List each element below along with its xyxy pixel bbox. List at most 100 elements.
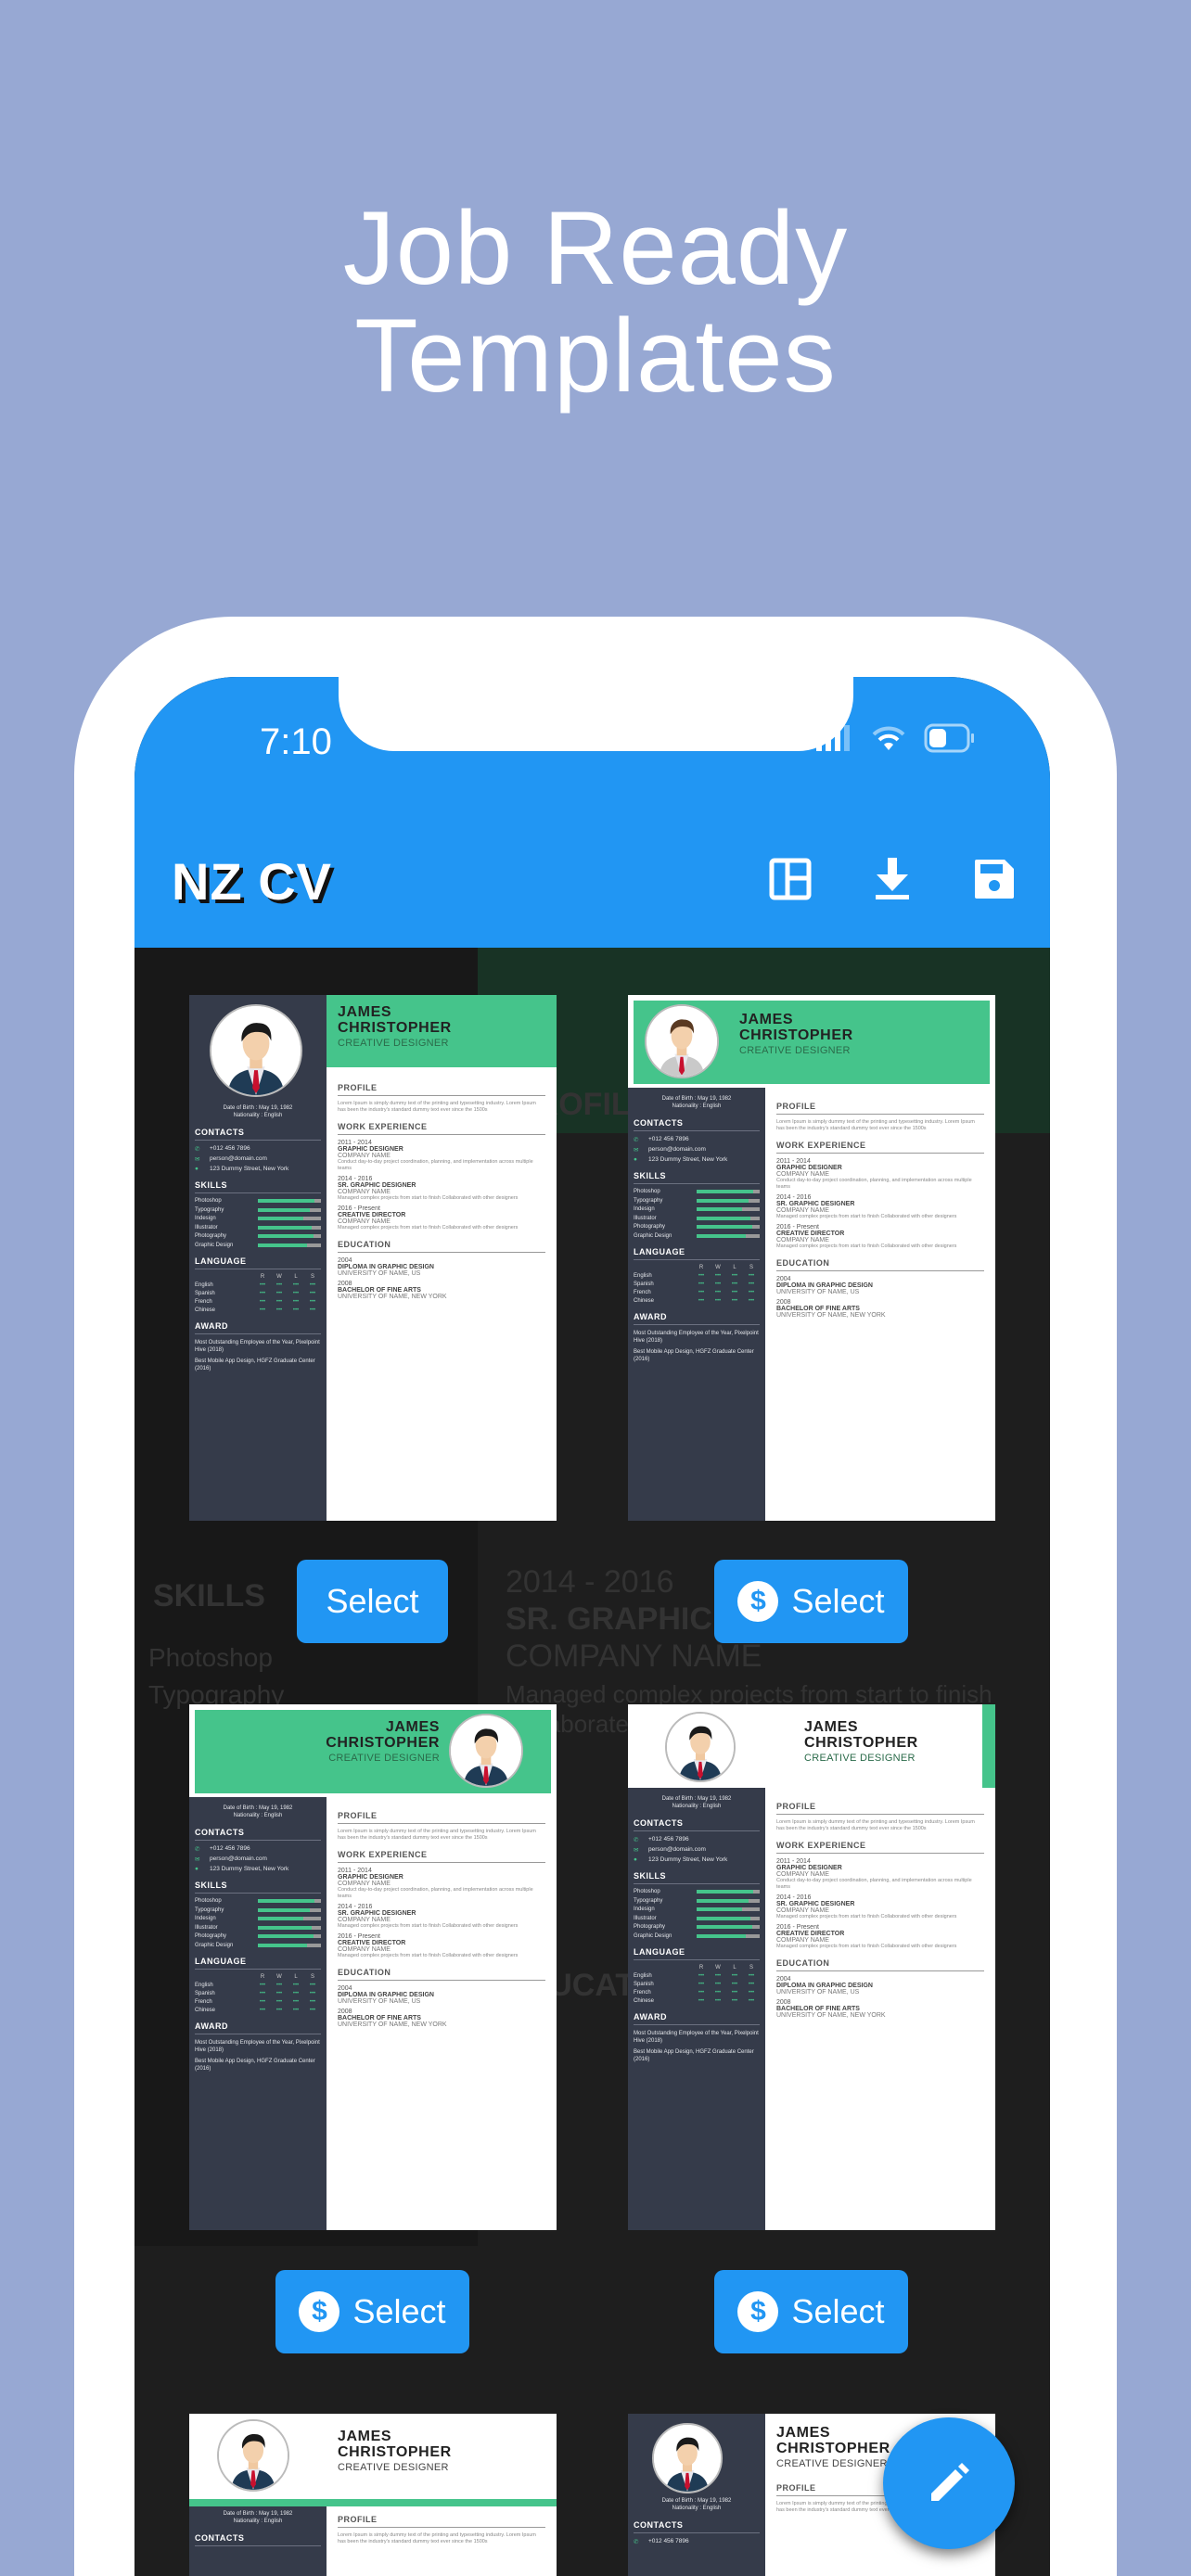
skill-name: Indesign: [634, 1906, 655, 1912]
contact-text: +012 456 7896: [648, 1136, 689, 1142]
download-button[interactable]: [864, 851, 920, 907]
resume-template-card[interactable]: Date of Birth : May 19, 1982 Nationality …: [189, 1704, 557, 2230]
language-level: •••: [292, 2007, 300, 2013]
language-row: Chinese ••• ••• ••• •••: [195, 1307, 321, 1313]
skill-name: Graphic Design: [634, 1232, 672, 1239]
avatar-illustration: [654, 2425, 721, 2492]
skill-bar: [697, 1890, 760, 1894]
section-heading: CONTACTS: [195, 2533, 321, 2546]
work-company: COMPANY NAME: [776, 1237, 829, 1243]
template-layout-button[interactable]: [762, 851, 818, 907]
award-text: Most Outstanding Employee of the Year, P…: [195, 2039, 320, 2053]
resume-template-card[interactable]: Date of Birth : May 19, 1982 Nationality …: [189, 995, 557, 1521]
last-name: CHRISTOPHER: [804, 1735, 918, 1751]
language-col: S: [310, 1973, 314, 1980]
contact-text: 123 Dummy Street, New York: [648, 1156, 728, 1163]
skill-bar-fill: [258, 1234, 314, 1238]
section-heading: AWARD: [195, 1321, 321, 1334]
work-years: 2014 - 2016: [338, 1176, 373, 1182]
skill-bar-fill: [697, 1916, 751, 1920]
language-col: S: [749, 1264, 753, 1270]
education-year: 2004: [338, 1985, 352, 1992]
profile-text: Lorem Ipsum is simply dummy text of the …: [338, 1101, 536, 1113]
language-level: •••: [292, 1290, 300, 1296]
language-level: •••: [731, 1989, 738, 1996]
section-heading: WORK EXPERIENCE: [338, 1122, 545, 1135]
language-level: •••: [259, 1290, 266, 1296]
resume-name-block: JAMES CHRISTOPHER CREATIVE DESIGNER: [198, 1719, 440, 1764]
skill-row: Graphic Design: [634, 1933, 760, 1939]
work-years: 2014 - 2016: [338, 1904, 373, 1910]
language-col: W: [276, 1273, 282, 1280]
skill-bar-fill: [258, 1207, 310, 1212]
app-bar-actions: [762, 851, 1022, 907]
resume-template-card[interactable]: Date of Birth : May 19, 1982 Nationality …: [628, 995, 995, 1521]
language-level: •••: [698, 1972, 705, 1979]
language-name: Chinese: [195, 1307, 216, 1313]
education-school: UNIVERSITY OF NAME, NEW YORK: [338, 1294, 447, 1300]
skill-row: Photoshop: [634, 1189, 760, 1194]
select-template-button[interactable]: $ Select: [275, 2270, 469, 2353]
skill-name: Typography: [634, 1897, 663, 1904]
skill-bar-fill: [697, 1890, 754, 1894]
skill-row: Indesign: [634, 1906, 760, 1912]
job-role: CREATIVE DESIGNER: [804, 1753, 916, 1764]
work-years: 2016 - Present: [338, 1205, 380, 1212]
section-heading: AWARD: [634, 2012, 760, 2025]
resume-template-card[interactable]: Date of Birth : May 19, 1982 Nationality …: [189, 2414, 557, 2576]
resume-name-block: JAMES CHRISTOPHER CREATIVE DESIGNER: [739, 1012, 953, 1056]
skill-row: Photography: [195, 1933, 321, 1939]
first-name: JAMES: [739, 1012, 794, 1027]
language-name: English: [634, 1972, 652, 1979]
select-template-button[interactable]: $ Select: [714, 1560, 908, 1643]
language-col: L: [733, 1964, 736, 1970]
contact-row: ✆ +012 456 7896: [634, 1136, 760, 1143]
skill-row: Photography: [634, 1924, 760, 1930]
avatar: [217, 2419, 289, 2492]
work-role: SR. GRAPHIC DESIGNER: [338, 1910, 416, 1917]
language-level: •••: [259, 1298, 266, 1305]
save-button[interactable]: [967, 851, 1022, 907]
work-years: 2011 - 2014: [776, 1858, 811, 1865]
skill-bar: [258, 1917, 321, 1920]
language-col: L: [294, 1973, 298, 1980]
select-label: Select: [791, 2292, 885, 2330]
language-row: French ••• ••• ••• •••: [634, 1290, 760, 1295]
education-degree: DIPLOMA IN GRAPHIC DESIGN: [338, 1264, 434, 1270]
skill-bar-fill: [258, 1243, 308, 1247]
edit-fab-button[interactable]: [883, 2417, 1015, 2549]
language-row: English ••• ••• ••• •••: [195, 1983, 321, 1988]
skill-bar-fill: [258, 1217, 303, 1220]
work-description: Managed complex projects from start to f…: [338, 1923, 519, 1929]
language-row: French ••• ••• ••• •••: [195, 1299, 321, 1305]
nationality-text: Nationality : English: [672, 2506, 722, 2511]
section-heading: CONTACTS: [195, 1128, 321, 1141]
skill-row: Typography: [195, 1907, 321, 1913]
select-template-button[interactable]: $ Select: [714, 2270, 908, 2353]
language-level: •••: [259, 2007, 266, 2013]
phone-icon: ✆: [634, 2539, 639, 2545]
nationality-text: Nationality : English: [233, 1813, 283, 1818]
dollar-icon: $: [737, 1581, 779, 1622]
section-heading: WORK EXPERIENCE: [338, 1850, 545, 1863]
contact-text: person@domain.com: [648, 1146, 706, 1153]
contact-row: ✆ +012 456 7896: [634, 1836, 760, 1843]
language-level: •••: [259, 1982, 266, 1988]
section-heading: SKILLS: [195, 1881, 321, 1894]
skill-name: Typography: [195, 1906, 224, 1913]
language-level: •••: [731, 1281, 738, 1287]
contact-row: ✉ person@domain.com: [634, 1846, 760, 1854]
avatar: [449, 1714, 523, 1788]
skill-bar: [697, 1925, 760, 1929]
language-row: Chinese ••• ••• ••• •••: [634, 1298, 760, 1304]
skill-bar: [258, 1907, 321, 1912]
language-level: •••: [714, 1989, 722, 1996]
select-template-button[interactable]: Select: [297, 1560, 448, 1643]
award-text: Best Mobile App Design, HGFZ Graduate Ce…: [634, 1348, 754, 1362]
resume-template-card[interactable]: Date of Birth : May 19, 1982 Nationality …: [628, 1704, 995, 2230]
contact-text: 123 Dummy Street, New York: [648, 1856, 728, 1863]
status-time: 7:10: [260, 721, 332, 762]
dob-text: Date of Birth : May 19, 1982: [661, 2498, 732, 2504]
award-text: Most Outstanding Employee of the Year, P…: [195, 1339, 320, 1353]
